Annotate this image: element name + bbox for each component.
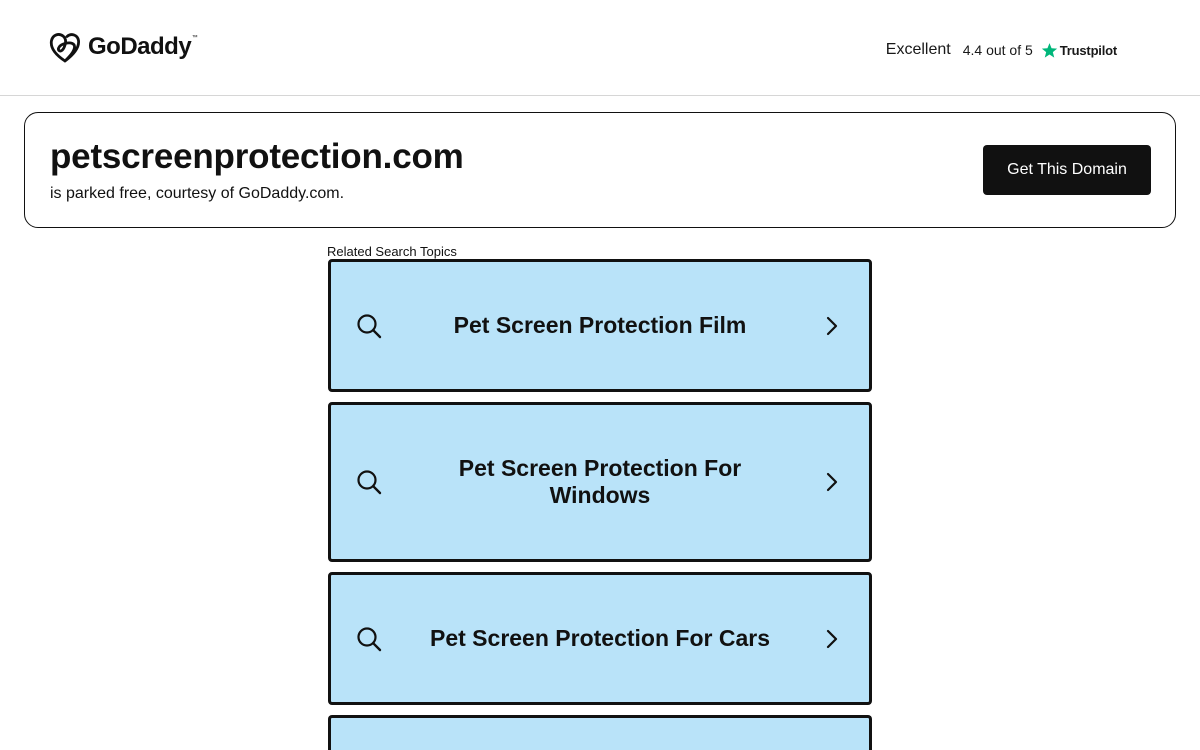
top-bar: GoDaddy ™ Excellent 4.4 out of 5 Trustpil…: [0, 0, 1200, 96]
domain-name: petscreenprotection.com: [50, 137, 464, 176]
related-search-topics-label: Related Search Topics: [327, 244, 457, 259]
search-icon: [357, 626, 382, 651]
logo-trademark: ™: [191, 35, 198, 41]
get-this-domain-button[interactable]: Get This Domain: [983, 145, 1151, 195]
chevron-right-icon: [826, 629, 838, 648]
chevron-right-icon: [826, 472, 838, 492]
trustpilot-brand: Trustpilot: [1059, 42, 1117, 58]
trustpilot-star-icon: [1041, 42, 1057, 58]
logo-text: GoDaddy: [88, 33, 192, 60]
search-icon: [357, 470, 382, 495]
logo-wordmark: GoDaddy ™: [88, 33, 198, 61]
topic-label: Pet Screen Protection For Cars: [430, 625, 770, 651]
topic-link-cars[interactable]: Pet Screen Protection For Cars: [328, 572, 872, 705]
trust-rating-word: Excellent: [885, 41, 951, 58]
topic-link-partial[interactable]: [328, 715, 872, 750]
godaddy-heart-icon: [49, 33, 80, 63]
domain-card: petscreenprotection.com is parked free, …: [24, 112, 1176, 228]
search-icon: [357, 313, 382, 338]
trustpilot-rating[interactable]: Excellent 4.4 out of 5 Trustpilot: [886, 40, 1117, 60]
topic-link-windows[interactable]: Pet Screen Protection For Windows: [328, 402, 872, 562]
trust-score: 4.4 out of 5: [962, 42, 1033, 58]
parked-notice: is parked free, courtesy of GoDaddy.com.: [50, 185, 345, 202]
topic-link-film[interactable]: Pet Screen Protection Film: [328, 259, 872, 392]
godaddy-logo[interactable]: GoDaddy ™: [48, 31, 198, 63]
topic-label: Pet Screen Protection Film: [453, 312, 747, 338]
chevron-right-icon: [826, 316, 838, 335]
topic-label: Pet Screen Protection For Windows: [458, 455, 742, 508]
